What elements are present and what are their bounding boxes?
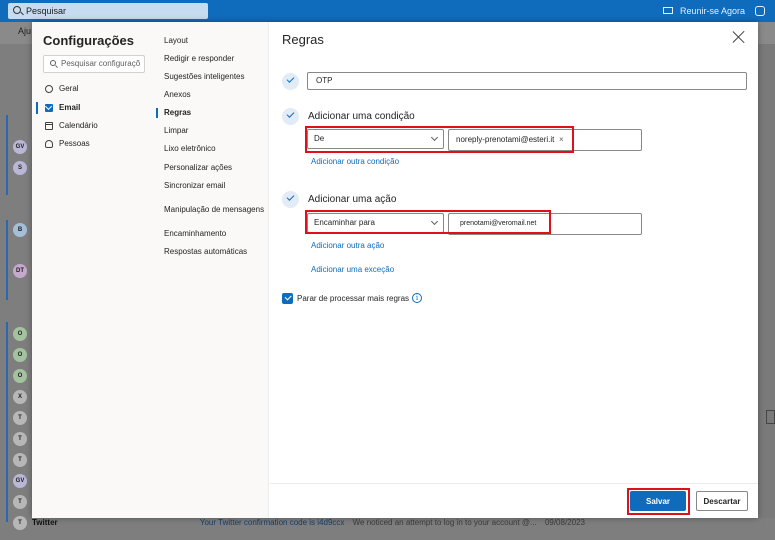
unread-indicator: [6, 220, 8, 300]
category-label: Geral: [59, 84, 79, 93]
subcategory-forwarding[interactable]: Encaminhamento: [164, 228, 226, 240]
subcategory-sync[interactable]: Sincronizar email: [164, 180, 225, 192]
avatar: S: [13, 161, 27, 175]
subcategory-layout[interactable]: Layout: [164, 35, 188, 47]
action-heading: Adicionar uma ação: [308, 194, 397, 205]
add-exception-link[interactable]: Adicionar uma exceção: [311, 265, 394, 274]
highlight-box: [305, 210, 551, 234]
video-icon[interactable]: [663, 7, 673, 14]
category-calendar[interactable]: Calendário: [43, 119, 98, 133]
page-title: Regras: [282, 32, 324, 47]
avatar: GV: [13, 474, 27, 488]
stop-processing-label: Parar de processar mais regras: [297, 294, 410, 303]
discard-button[interactable]: Descartar: [696, 491, 748, 511]
avatar: X: [13, 390, 27, 404]
unread-indicator: [6, 322, 8, 522]
search-icon: [13, 6, 21, 14]
rule-name-input[interactable]: OTP: [307, 72, 747, 90]
settings-search-placeholder: Pesquisar configuraçõ: [61, 59, 141, 68]
highlight-box: [627, 488, 690, 515]
search-icon: [50, 60, 56, 66]
condition-heading: Adicionar uma condição: [308, 111, 415, 122]
category-label: Calendário: [59, 121, 98, 130]
avatar: GV: [13, 140, 27, 154]
highlight-box: [305, 126, 574, 153]
teams-icon[interactable]: [755, 6, 765, 16]
message-row[interactable]: Twitter Your Twitter confirmation code i…: [32, 518, 585, 527]
calendar-icon: [45, 122, 53, 130]
avatar: O: [13, 327, 27, 341]
add-condition-link[interactable]: Adicionar outra condição: [311, 157, 399, 166]
close-icon[interactable]: [732, 30, 746, 44]
checkmark-icon: [282, 73, 299, 90]
category-email[interactable]: Email: [43, 101, 80, 115]
message-date: 09/08/2023: [544, 518, 585, 527]
unread-indicator: [6, 115, 8, 195]
gear-icon: [45, 85, 53, 93]
active-category-indicator: [36, 102, 38, 114]
stop-processing-checkbox[interactable]: [282, 293, 293, 304]
subcategory-suggestions[interactable]: Sugestões inteligentes: [164, 71, 245, 83]
avatar: T: [13, 453, 27, 467]
ribbon-tab-help[interactable]: Aju: [18, 26, 31, 36]
outlook-topbar: Pesquisar Reunir-se Agora: [0, 0, 775, 22]
settings-dialog: Configurações Pesquisar configuraçõ Gera…: [32, 22, 758, 518]
avatar: B: [13, 223, 27, 237]
avatar: T: [13, 432, 27, 446]
subcategory-sweep[interactable]: Limpar: [164, 125, 188, 137]
meet-now-button[interactable]: Reunir-se Agora: [680, 4, 745, 18]
mail-icon: [45, 104, 53, 112]
avatar: DT: [13, 264, 27, 278]
subcategory-customize-actions[interactable]: Personalizar ações: [164, 162, 232, 174]
avatar: T: [13, 411, 27, 425]
active-subcategory-indicator: [156, 108, 158, 118]
settings-search-input[interactable]: Pesquisar configuraçõ: [43, 55, 145, 73]
settings-category-pane: [32, 22, 155, 518]
global-search-box[interactable]: Pesquisar: [8, 3, 208, 19]
avatar: T: [13, 516, 27, 530]
subcategory-junk[interactable]: Lixo eletrônico: [164, 143, 216, 155]
avatar: O: [13, 369, 27, 383]
settings-title: Configurações: [43, 33, 135, 48]
checkmark-icon: [282, 191, 299, 208]
message-preview: We noticed an attempt to log in to your …: [352, 518, 537, 527]
people-icon: [45, 140, 53, 148]
message-sender: Twitter: [32, 518, 58, 527]
add-action-link[interactable]: Adicionar outra ação: [311, 241, 384, 250]
scrollbar-arrow[interactable]: [766, 410, 775, 424]
avatar: O: [13, 348, 27, 362]
message-subject: Your Twitter confirmation code is i4d9cc…: [199, 518, 345, 527]
subcategory-attachments[interactable]: Anexos: [164, 89, 191, 101]
category-general[interactable]: Geral: [43, 82, 79, 96]
checkmark-icon: [282, 108, 299, 125]
category-label: Email: [59, 103, 81, 112]
subcategory-message-handling[interactable]: Manipulação de mensagens: [164, 204, 264, 216]
category-people[interactable]: Pessoas: [43, 137, 90, 151]
category-label: Pessoas: [59, 139, 90, 148]
global-search-text: Pesquisar: [26, 6, 67, 16]
info-icon[interactable]: i: [412, 293, 422, 303]
subcategory-compose[interactable]: Redigir e responder: [164, 53, 234, 65]
subcategory-auto-replies[interactable]: Respostas automáticas: [164, 246, 247, 258]
avatar: T: [13, 495, 27, 509]
subcategory-rules[interactable]: Regras: [164, 107, 191, 119]
